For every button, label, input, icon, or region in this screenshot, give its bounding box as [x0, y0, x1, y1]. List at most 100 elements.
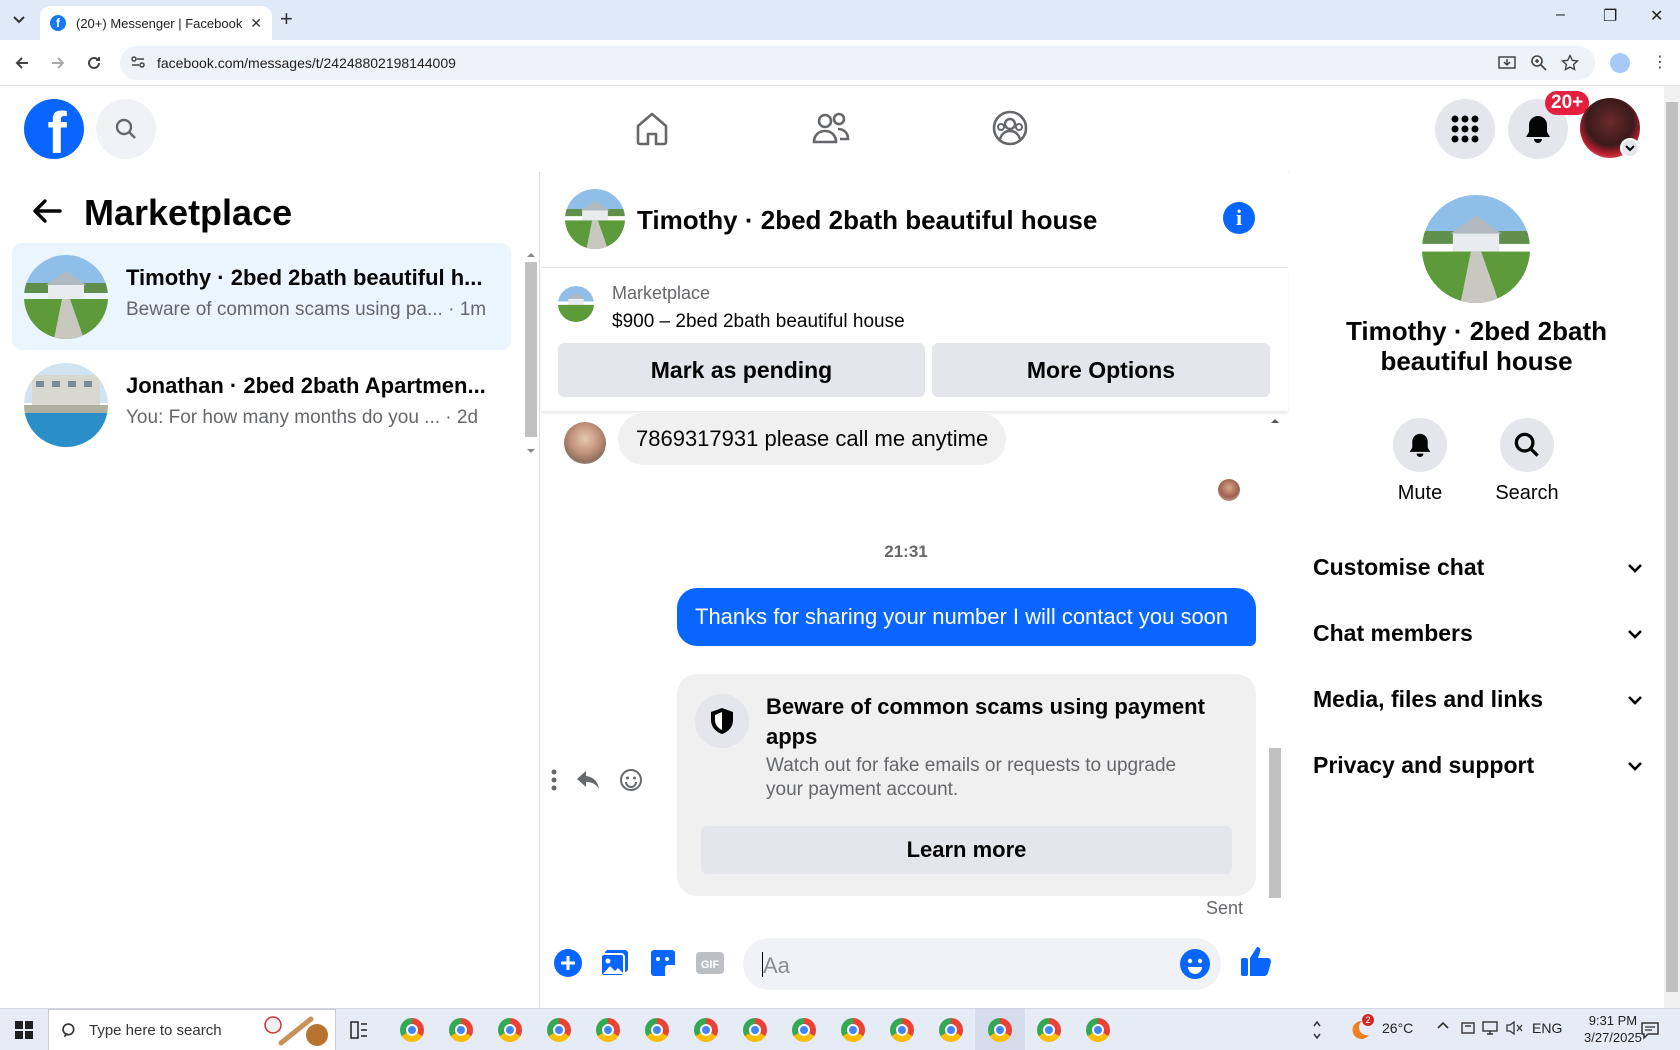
chat-scroll-thumb[interactable] [1269, 748, 1281, 898]
details-thumbnail[interactable] [1422, 195, 1530, 303]
message-input[interactable]: Aa [743, 938, 1221, 990]
chrome-taskbar-icon[interactable] [1037, 1018, 1061, 1042]
section-chat-members[interactable]: Chat members [1313, 620, 1643, 647]
new-tab-button[interactable]: + [280, 8, 293, 30]
zoom-icon[interactable] [1530, 54, 1548, 72]
chrome-taskbar-icon[interactable] [596, 1018, 620, 1042]
chrome-taskbar-icon[interactable] [743, 1018, 767, 1042]
restore-button[interactable]: ❐ [1603, 6, 1617, 26]
minimize-button[interactable]: – [1556, 6, 1565, 24]
forward-button[interactable] [47, 52, 69, 74]
chat-title[interactable]: Timothy · 2bed 2bath beautiful house [637, 205, 1097, 236]
conversation-name: Jonathan · 2bed 2bath Apartmen... [126, 373, 486, 398]
close-tab-icon[interactable]: ✕ [250, 15, 262, 32]
conversation-item-timothy[interactable]: Timothy · 2bed 2bath beautiful h... Bewa… [12, 243, 511, 350]
browser-tab-active[interactable]: f (20+) Messenger | Facebook ✕ [40, 6, 272, 40]
listing-price-title[interactable]: $900 – 2bed 2bath beautiful house [612, 311, 905, 333]
reload-button[interactable] [83, 52, 105, 74]
photo-icon[interactable] [600, 948, 630, 978]
search-in-chat-button[interactable] [1500, 418, 1554, 472]
back-to-marketplace-button[interactable] [32, 198, 62, 224]
browser-profile-icon[interactable] [1610, 53, 1630, 73]
more-actions-icon[interactable] [551, 769, 557, 791]
browser-menu-icon[interactable]: ⋮ [1652, 52, 1668, 72]
back-button[interactable] [11, 52, 33, 74]
gif-icon[interactable]: GIF [695, 948, 725, 978]
section-privacy-support[interactable]: Privacy and support [1313, 752, 1643, 779]
chrome-taskbar-icon[interactable] [939, 1018, 963, 1042]
omnibox[interactable]: facebook.com/messages/t/2424880219814400… [120, 46, 1595, 80]
section-customise-chat[interactable]: Customise chat [1313, 554, 1643, 581]
menu-grid-button[interactable] [1435, 99, 1495, 159]
react-emoji-icon[interactable] [619, 768, 643, 792]
chrome-taskbar-icon[interactable] [841, 1018, 865, 1042]
facebook-search-button[interactable] [96, 99, 156, 159]
outgoing-message[interactable]: Thanks for sharing your number I will co… [677, 588, 1256, 646]
sender-avatar[interactable] [564, 422, 606, 464]
listing-thumbnail[interactable] [558, 286, 594, 322]
bookmark-star-icon[interactable] [1561, 54, 1579, 72]
tray-overflow-icon[interactable] [1436, 1020, 1450, 1030]
section-media-files-links[interactable]: Media, files and links [1313, 686, 1643, 713]
security-icon[interactable] [1460, 1020, 1476, 1036]
volume-muted-icon[interactable] [1506, 1020, 1524, 1036]
temperature[interactable]: 26°C [1382, 1020, 1413, 1036]
chrome-taskbar-icon[interactable] [694, 1018, 718, 1042]
chat-header-thumbnail[interactable] [565, 189, 625, 249]
learn-more-button[interactable]: Learn more [701, 826, 1232, 874]
back-arrow-icon [15, 57, 28, 69]
chrome-taskbar-icon[interactable] [645, 1018, 669, 1042]
reply-icon[interactable] [575, 769, 601, 791]
scam-warning-body: Watch out for fake emails or requests to… [766, 755, 1177, 800]
show-desktop-arrows[interactable] [1312, 1018, 1322, 1042]
language-indicator[interactable]: ENG [1532, 1020, 1562, 1036]
more-options-button[interactable]: More Options [932, 343, 1270, 397]
chrome-taskbar-icon-active[interactable] [988, 1018, 1012, 1042]
facebook-logo[interactable]: f [24, 99, 84, 159]
thumbs-up-icon[interactable] [1239, 944, 1273, 978]
mark-as-pending-button[interactable]: Mark as pending [558, 343, 925, 397]
clock[interactable]: 9:31 PM 3/27/2025 [1584, 1012, 1642, 1046]
message-timestamp: 21:31 [884, 542, 928, 561]
weather-icon[interactable]: 2 [1348, 1014, 1374, 1042]
search-icon [1514, 432, 1539, 457]
notification-badge: 20+ [1545, 91, 1590, 115]
close-window-button[interactable]: ✕ [1650, 6, 1663, 26]
chrome-taskbar-icon[interactable] [890, 1018, 914, 1042]
chrome-taskbar-icon[interactable] [498, 1018, 522, 1042]
plus-circle-icon[interactable] [553, 948, 583, 978]
sticker-icon[interactable] [648, 948, 678, 978]
chrome-taskbar-icon[interactable] [1086, 1018, 1110, 1042]
emoji-icon[interactable] [1179, 948, 1211, 980]
friends-icon [812, 112, 850, 144]
groups-nav-button[interactable] [990, 108, 1030, 148]
home-nav-button[interactable] [632, 108, 672, 148]
info-icon[interactable]: i [1223, 202, 1255, 234]
taskbar-search-box[interactable]: Type here to search [48, 1009, 336, 1050]
start-button[interactable] [0, 1009, 48, 1050]
page-scroll-thumb[interactable] [1666, 102, 1678, 992]
chrome-taskbar-icon[interactable] [400, 1018, 424, 1042]
install-app-icon[interactable] [1498, 54, 1516, 72]
friends-nav-button[interactable] [811, 108, 851, 148]
account-chevron-icon[interactable] [1620, 138, 1640, 158]
sidebar-scroll-thumb[interactable] [525, 262, 537, 437]
page-scrollbar[interactable] [1664, 86, 1680, 1008]
conversation-item-jonathan[interactable]: Jonathan · 2bed 2bath Apartmen... You: F… [12, 351, 511, 458]
chrome-taskbar-icon[interactable] [792, 1018, 816, 1042]
bell-icon [1526, 116, 1550, 143]
chat-scrollbar[interactable] [1268, 416, 1282, 916]
sidebar-scrollbar[interactable] [525, 250, 537, 456]
network-icon[interactable] [1482, 1020, 1500, 1036]
url-text[interactable]: facebook.com/messages/t/2424880219814400… [157, 55, 456, 71]
tab-list-button[interactable] [6, 9, 32, 31]
notification-center-icon[interactable] [1640, 1020, 1660, 1040]
chrome-taskbar-icon[interactable] [449, 1018, 473, 1042]
site-info-icon[interactable] [130, 54, 146, 70]
read-receipt-avatar [1218, 479, 1240, 501]
chrome-taskbar-icon[interactable] [547, 1018, 571, 1042]
mute-button[interactable] [1393, 418, 1447, 472]
section-label: Privacy and support [1313, 752, 1535, 778]
task-view-icon[interactable] [350, 1021, 368, 1039]
incoming-message[interactable]: 7869317931 please call me anytime [618, 413, 1007, 465]
